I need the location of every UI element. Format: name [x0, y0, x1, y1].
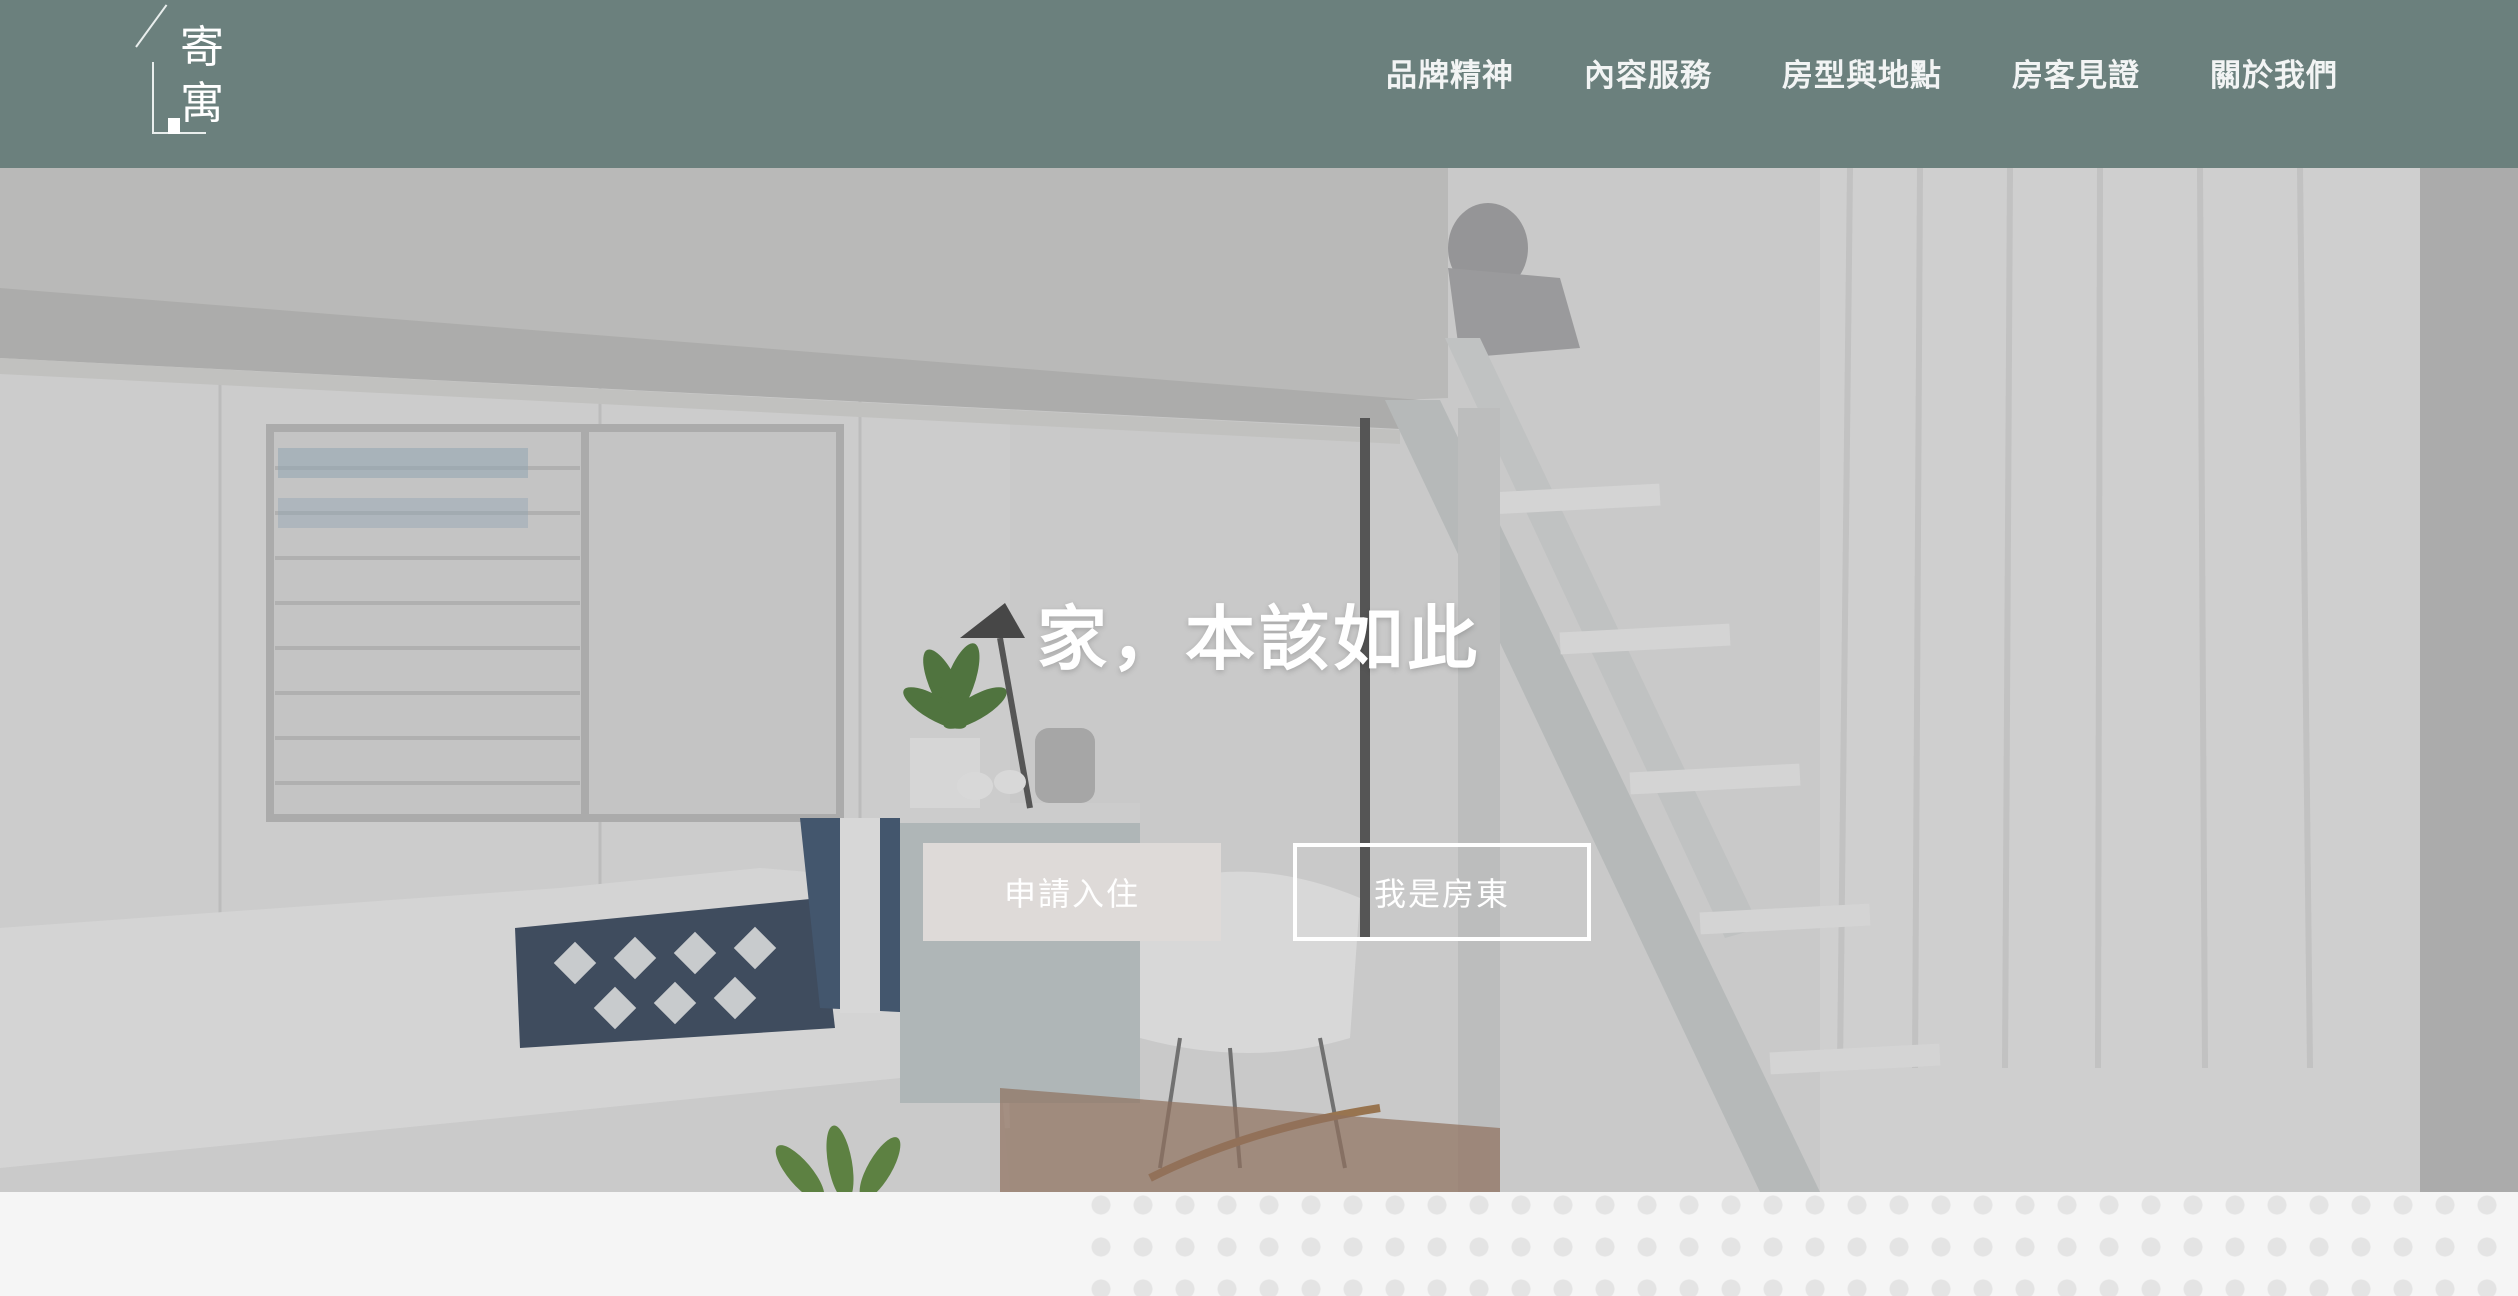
landlord-button[interactable]: 我是房東: [1293, 843, 1591, 941]
site-header: 寄 寓 品牌精神 內容服務 房型與地點 房客見證 關於我們: [0, 0, 2518, 168]
apply-button[interactable]: 申請入住: [923, 843, 1221, 941]
logo[interactable]: 寄 寓: [132, 4, 232, 140]
next-section-preview: [0, 1192, 2518, 1296]
hero-section: 家，本該如此 申請入住 我是房東: [0, 168, 2518, 1192]
nav-item-brand-spirit[interactable]: 品牌精神: [1386, 54, 1514, 98]
nav-item-services[interactable]: 內容服務: [1584, 54, 1712, 98]
nav-item-about-us[interactable]: 關於我們: [2210, 54, 2338, 98]
logo-char-1: 寄: [180, 22, 224, 73]
main-nav: 品牌精神 內容服務 房型與地點 房客見證 關於我們: [1386, 54, 2338, 98]
logo-char-2: 寓: [180, 78, 224, 129]
hero-title: 家，本該如此: [1037, 597, 1481, 680]
nav-item-testimonials[interactable]: 房客見證: [2012, 54, 2140, 98]
logo-roof-line: [135, 4, 168, 48]
logo-door-icon: [168, 118, 180, 134]
dot-pattern-decoration: [1080, 1192, 2518, 1296]
logo-wall-line: [152, 62, 154, 134]
nav-item-rooms-locations[interactable]: 房型與地點: [1782, 54, 1942, 98]
